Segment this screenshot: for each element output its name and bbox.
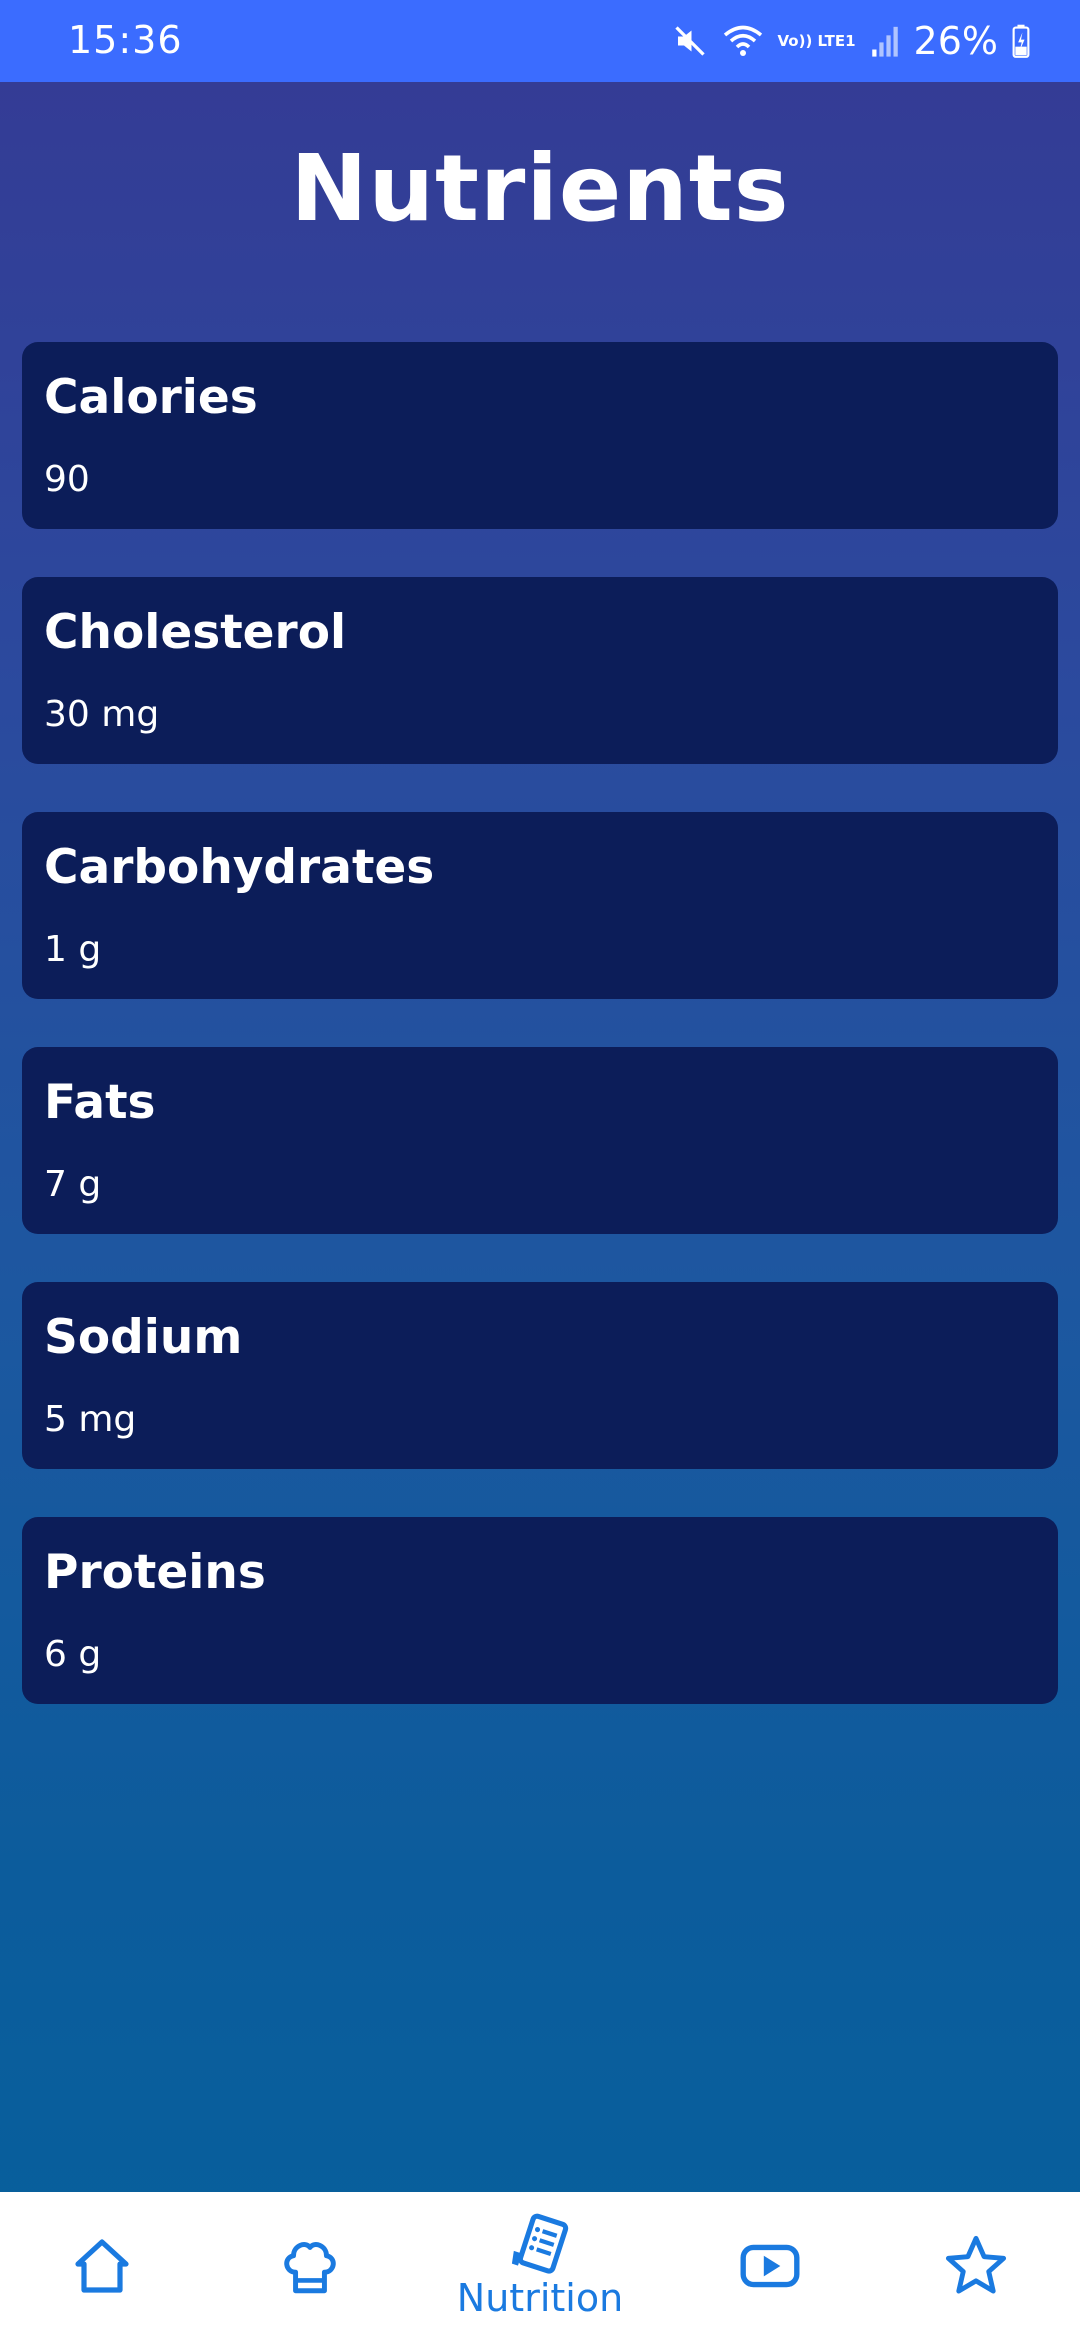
chef-hat-icon xyxy=(277,2233,343,2299)
nutrient-card-sodium: Sodium 5 mg xyxy=(22,1282,1058,1469)
nutrient-card-carbohydrates: Carbohydrates 1 g xyxy=(22,812,1058,999)
nutrient-value: 1 g xyxy=(44,929,102,970)
nutrient-card-proteins: Proteins 6 g xyxy=(22,1517,1058,1704)
nutrient-value: 6 g xyxy=(44,1634,102,1675)
battery-percentage: 26% xyxy=(913,19,998,63)
nutrient-list: Calories 90 Cholesterol 30 mg Carbohydra… xyxy=(22,342,1058,1752)
nav-recipes[interactable] xyxy=(260,2192,360,2340)
nutrient-card-fats: Fats 7 g xyxy=(22,1047,1058,1234)
signal-icon xyxy=(870,24,900,58)
battery-icon xyxy=(1012,24,1030,58)
nutrient-label: Cholesterol xyxy=(44,605,347,660)
page-title: Nutrients xyxy=(290,135,790,242)
nutrient-card-cholesterol: Cholesterol 30 mg xyxy=(22,577,1058,764)
status-bar: 15:36 Vo)) LTE1 26% xyxy=(0,0,1080,82)
status-icons: Vo)) LTE1 26% xyxy=(672,16,1031,66)
nav-home[interactable] xyxy=(52,2192,152,2340)
nutrients-screen: 15:36 Vo)) LTE1 26% Nutrients Calories 9… xyxy=(0,0,1080,2340)
nav-label-nutrition: Nutrition xyxy=(456,2276,624,2320)
bottom-navigation: Nutrition xyxy=(0,2192,1080,2340)
nutrition-list-icon xyxy=(506,2212,574,2280)
nutrient-label: Proteins xyxy=(44,1545,266,1600)
status-time: 15:36 xyxy=(68,18,183,62)
nav-videos[interactable] xyxy=(720,2192,820,2340)
video-play-icon xyxy=(737,2233,803,2299)
nutrient-label: Fats xyxy=(44,1075,156,1130)
network-indicator: Vo)) LTE1 xyxy=(777,31,856,50)
nav-nutrition[interactable]: Nutrition xyxy=(440,2192,640,2340)
nutrient-value: 7 g xyxy=(44,1164,102,1205)
nav-favorites[interactable] xyxy=(926,2192,1026,2340)
nutrient-label: Calories xyxy=(44,370,258,425)
nutrient-value: 5 mg xyxy=(44,1399,137,1440)
home-icon xyxy=(70,2234,134,2298)
nutrient-value: 90 xyxy=(44,459,90,500)
mute-icon xyxy=(672,23,708,59)
star-icon xyxy=(942,2232,1010,2300)
wifi-icon xyxy=(722,23,764,59)
nutrient-card-calories: Calories 90 xyxy=(22,342,1058,529)
nutrient-label: Sodium xyxy=(44,1310,243,1365)
nutrient-value: 30 mg xyxy=(44,694,160,735)
nutrient-label: Carbohydrates xyxy=(44,840,435,895)
